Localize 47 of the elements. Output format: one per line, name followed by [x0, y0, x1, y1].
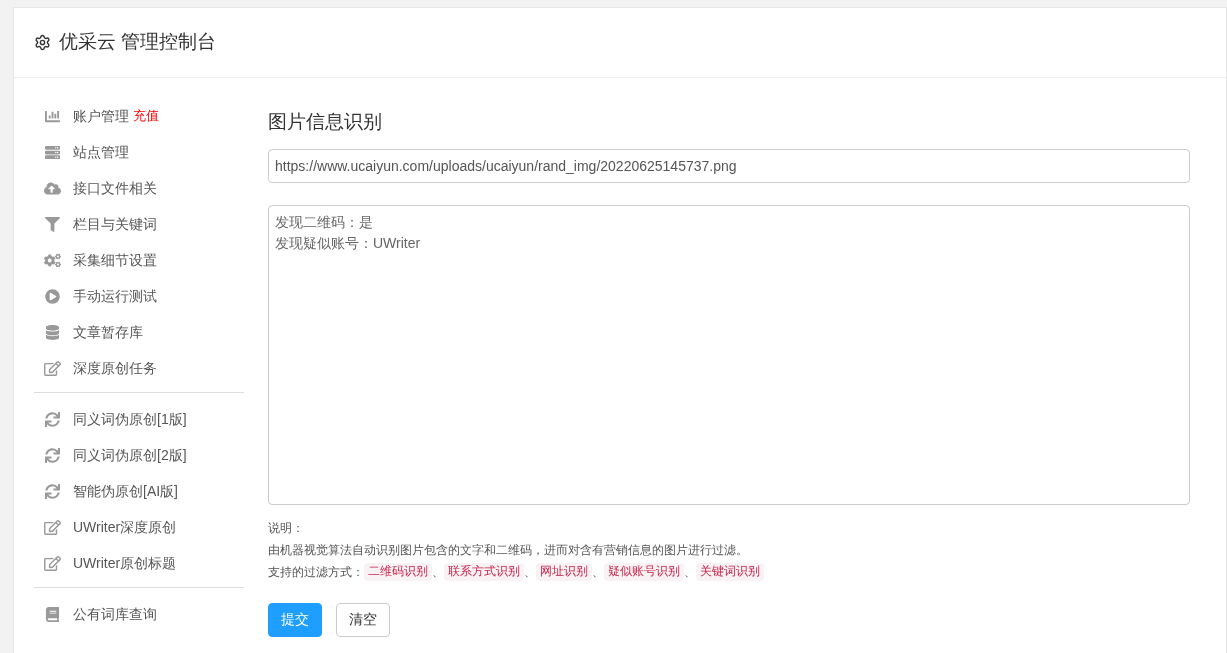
- database-icon: [44, 324, 61, 340]
- filter-method-tag: 联系方式识别: [444, 562, 524, 581]
- sidebar-item[interactable]: 同义词伪原创[2版]: [34, 437, 244, 473]
- separator-text: 、: [684, 563, 696, 581]
- edit-icon: [44, 555, 61, 571]
- bar-chart-icon: [44, 108, 61, 124]
- filter-method-tag: 网址识别: [536, 562, 592, 581]
- notes-description: 由机器视觉算法自动识别图片包含的文字和二维码，进而对含有营销信息的图片进行过滤。: [268, 541, 748, 559]
- page-title: 图片信息识别: [268, 110, 383, 134]
- separator-text: 、: [524, 563, 536, 581]
- settings-icon: [34, 34, 51, 51]
- sidebar-item[interactable]: 站点管理: [34, 134, 244, 170]
- refresh-icon: [44, 483, 61, 499]
- server-icon: [44, 144, 61, 160]
- sidebar-item[interactable]: UWriter深度原创: [34, 509, 244, 545]
- sidebar-item[interactable]: 智能伪原创[AI版]: [34, 473, 244, 509]
- sidebar-item[interactable]: 采集细节设置: [34, 242, 244, 278]
- sidebar-item[interactable]: 账户管理 充值: [34, 98, 244, 134]
- recharge-link[interactable]: 充值: [133, 106, 159, 126]
- filter-methods-label: 支持的过滤方式：: [268, 563, 364, 581]
- play-icon: [44, 288, 61, 304]
- clear-button[interactable]: 清空: [336, 602, 390, 637]
- sidebar-item[interactable]: 栏目与关键词: [34, 206, 244, 242]
- book-icon: [44, 606, 61, 622]
- sidebar-item[interactable]: UWriter原创标题: [34, 545, 244, 581]
- edit-icon: [44, 519, 61, 535]
- notes-heading: 说明：: [268, 519, 304, 537]
- refresh-icon: [44, 447, 61, 463]
- refresh-icon: [44, 411, 61, 427]
- result-text-area[interactable]: 发现二维码：是 发现疑似账号：UWriter: [268, 204, 1190, 505]
- separator-text: 、: [432, 563, 444, 581]
- sidebar-item[interactable]: 同义词伪原创[1版]: [34, 401, 244, 437]
- cloud-upload-icon: [44, 180, 61, 196]
- gears-icon: [44, 252, 61, 268]
- filter-method-tag: 疑似账号识别: [604, 562, 684, 581]
- filter-method-tag: 关键词识别: [696, 562, 764, 581]
- separator-text: 、: [592, 563, 604, 581]
- edit-icon: [44, 360, 61, 376]
- filter-icon: [44, 216, 61, 232]
- url-input-field[interactable]: https://www.ucaiyun.com/uploads/ucaiyun/rand_img/20220625145737.png: [268, 148, 1190, 183]
- filter-method-tag: 二维码识别: [364, 562, 432, 581]
- sidebar-item[interactable]: 公有词库查询: [34, 596, 244, 632]
- sidebar-item[interactable]: 手动运行测试: [34, 278, 244, 314]
- console-title: 优采云 管理控制台: [59, 30, 217, 55]
- sidebar-item[interactable]: 深度原创任务: [34, 350, 244, 386]
- sidebar-item[interactable]: 文章暂存库: [34, 314, 244, 350]
- sidebar-item[interactable]: 接口文件相关: [34, 170, 244, 206]
